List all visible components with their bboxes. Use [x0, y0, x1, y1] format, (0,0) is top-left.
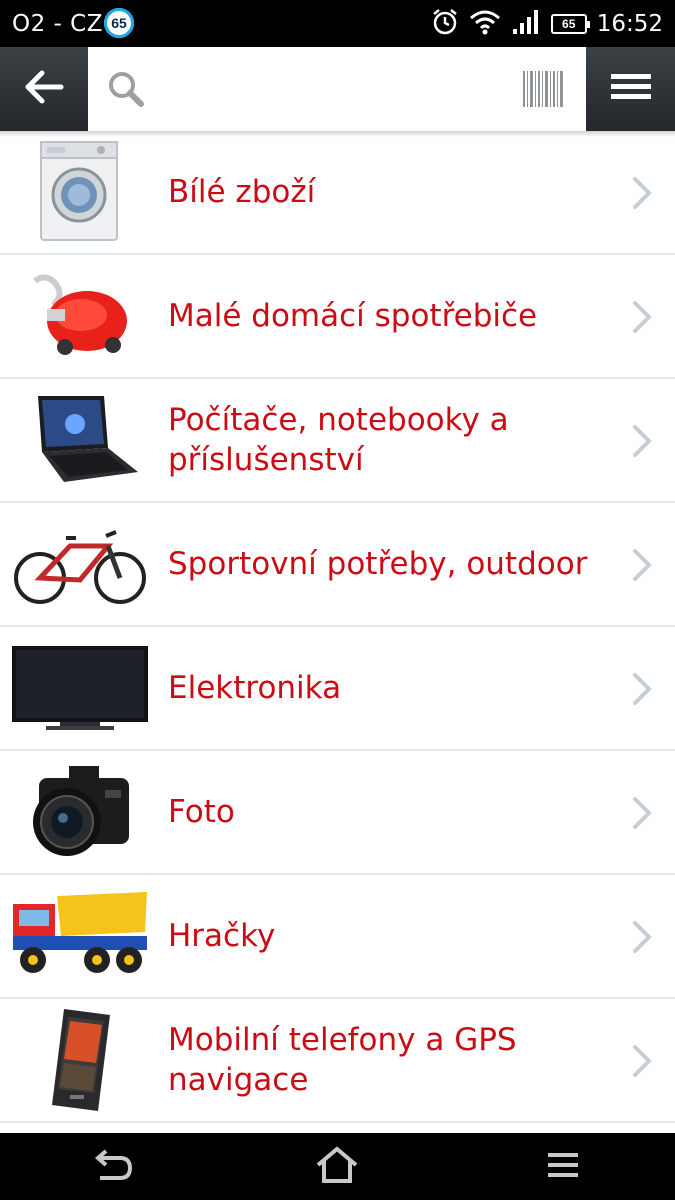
- toy-truck-image: [8, 881, 152, 991]
- battery-icon: 65: [550, 14, 590, 34]
- chevron-right-icon: [631, 919, 653, 955]
- chevron-right-icon: [631, 299, 653, 335]
- mobile-phone-image: [8, 1005, 152, 1115]
- search-box[interactable]: [88, 47, 586, 131]
- category-item-photo[interactable]: Foto: [0, 751, 675, 875]
- status-bar: O2 - CZ 65 65 16:52: [0, 0, 675, 47]
- category-item-small-appliances[interactable]: Malé domácí spotřebiče: [0, 255, 675, 379]
- home-icon: [315, 1145, 359, 1189]
- hamburger-menu-icon: [609, 71, 653, 108]
- nav-back-button[interactable]: [89, 1147, 137, 1187]
- back-nav-icon: [92, 1148, 134, 1187]
- recent-apps-icon: [545, 1150, 581, 1185]
- category-list: Bílé zboží Malé domácí spotřebiče Počíta…: [0, 131, 675, 1133]
- nav-home-button[interactable]: [313, 1145, 361, 1189]
- vacuum-cleaner-image: [8, 261, 152, 371]
- toolbar: [0, 47, 675, 131]
- category-label: Foto: [168, 794, 235, 830]
- nav-recent-apps-button[interactable]: [539, 1147, 587, 1187]
- laptop-image: [8, 385, 152, 495]
- back-button[interactable]: [0, 47, 88, 131]
- menu-button[interactable]: [586, 47, 675, 131]
- category-label: Hračky: [168, 918, 276, 954]
- bicycle-image: [8, 509, 152, 619]
- category-item-white-goods[interactable]: Bílé zboží: [0, 131, 675, 255]
- chevron-right-icon: [631, 1043, 653, 1079]
- chevron-right-icon: [631, 671, 653, 707]
- system-nav-bar: [0, 1133, 675, 1200]
- category-item-toys[interactable]: Hračky: [0, 875, 675, 999]
- toolbar-shadow: [0, 131, 675, 137]
- category-item-computers[interactable]: Počítače, notebooky a příslušenství: [0, 379, 675, 503]
- chevron-right-icon: [631, 547, 653, 583]
- back-arrow-icon: [24, 70, 64, 109]
- search-icon: [106, 69, 146, 109]
- wifi-icon: [469, 9, 501, 40]
- chevron-right-icon: [631, 175, 653, 211]
- barcode-icon[interactable]: [522, 69, 566, 109]
- category-item-electronics[interactable]: Elektronika: [0, 627, 675, 751]
- washing-machine-image: [8, 137, 152, 247]
- category-item-sports[interactable]: Sportovní potřeby, outdoor: [0, 503, 675, 627]
- notification-badge: 65: [104, 8, 134, 38]
- alarm-icon: [431, 8, 459, 41]
- chevron-right-icon: [631, 795, 653, 831]
- search-input[interactable]: [158, 65, 498, 113]
- tv-image: [8, 633, 152, 743]
- clock: 16:52: [596, 11, 663, 37]
- status-icons: 65 16:52: [431, 8, 663, 40]
- category-label: Sportovní potřeby, outdoor: [168, 546, 588, 582]
- category-label: Malé domácí spotřebiče: [168, 298, 538, 334]
- chevron-right-icon: [631, 423, 653, 459]
- carrier-name: O2 - CZ: [12, 11, 103, 37]
- category-item-mobile-phones[interactable]: Mobilní telefony a GPS navigace: [0, 999, 675, 1123]
- category-label: Bílé zboží: [168, 174, 316, 210]
- category-label: Elektronika: [168, 670, 342, 706]
- signal-icon: [511, 9, 541, 40]
- camera-image: [8, 757, 152, 867]
- category-label: Počítače, notebooky a příslušenství: [168, 402, 509, 478]
- category-label: Mobilní telefony a GPS navigace: [168, 1022, 517, 1098]
